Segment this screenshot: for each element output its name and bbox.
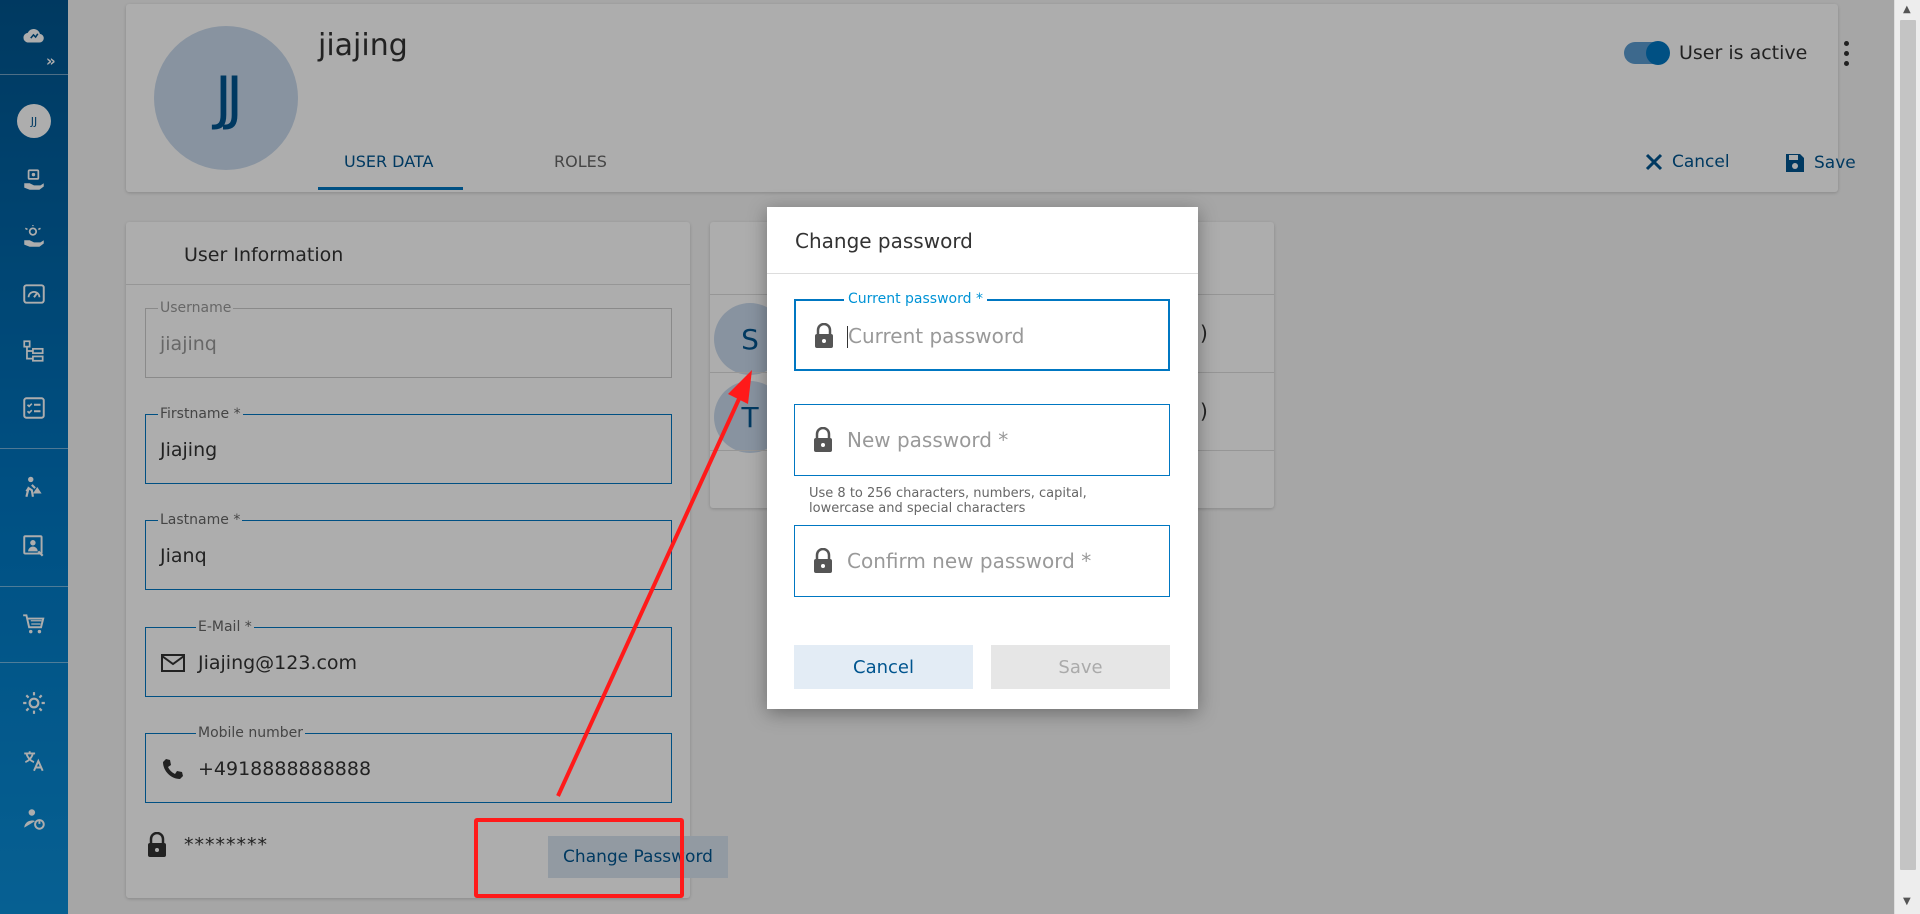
- annotation-highlight-box: [474, 818, 684, 898]
- page-scrollbar[interactable]: ▲ ▼: [1894, 0, 1920, 914]
- new-password-field[interactable]: New password *: [794, 404, 1170, 476]
- lock-icon: [814, 427, 832, 452]
- lock-icon: [815, 323, 833, 348]
- divider: [767, 273, 1198, 274]
- scrollbar-thumb[interactable]: [1900, 20, 1916, 870]
- dialog-cancel-button[interactable]: Cancel: [794, 645, 973, 689]
- change-password-dialog: Change password Current password * Curre…: [767, 207, 1198, 709]
- confirm-password-input[interactable]: Confirm new password *: [847, 549, 1091, 573]
- scroll-up-icon[interactable]: ▲: [1903, 4, 1911, 15]
- current-password-label: Current password *: [844, 291, 987, 307]
- scroll-down-icon[interactable]: ▼: [1903, 896, 1911, 907]
- lock-icon: [814, 548, 832, 573]
- dialog-save-button[interactable]: Save: [991, 645, 1170, 689]
- password-hint: Use 8 to 256 characters, numbers, capita…: [809, 486, 1087, 516]
- confirm-password-field[interactable]: Confirm new password *: [794, 525, 1170, 597]
- dialog-title: Change password: [795, 229, 973, 253]
- current-password-field[interactable]: Current password * Current password: [794, 291, 1170, 371]
- current-password-input[interactable]: Current password: [846, 324, 1024, 348]
- new-password-input[interactable]: New password *: [847, 428, 1008, 452]
